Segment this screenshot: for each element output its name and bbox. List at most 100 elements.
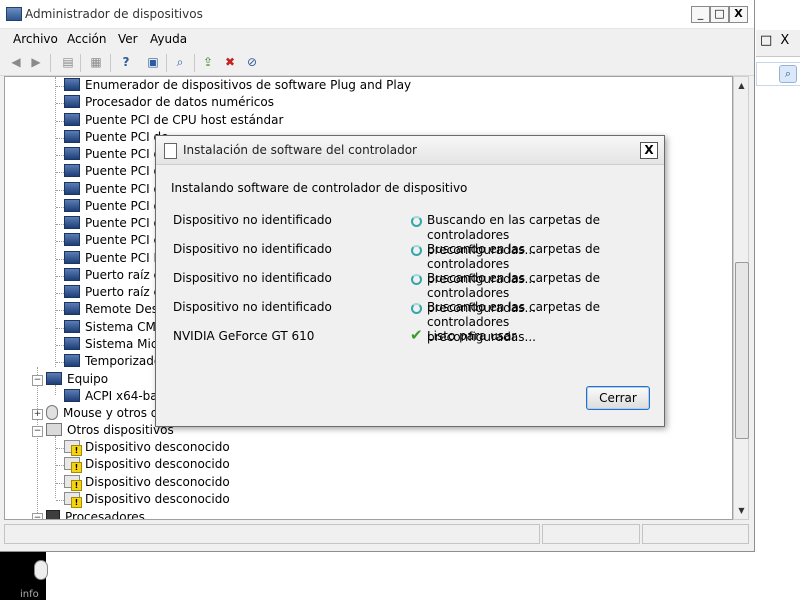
tree-item[interactable]: Remote Deskt [64,301,170,318]
tree-item[interactable]: Temporizador [64,353,166,370]
forward-icon[interactable]: ▶ [28,54,44,70]
driver-setup-icon [164,143,177,159]
status-line: Buscando en las carpetas de controladore… [427,300,600,329]
unknown-device-label: Dispositivo desconocido [85,474,230,489]
collapse-procesadores[interactable]: − [32,513,43,519]
computer-icon [64,389,80,402]
tree-item[interactable]: Puente PCI de [64,215,169,232]
tree-item[interactable]: Puente PCI de [64,163,169,180]
device-icon [64,181,80,195]
menu-accion[interactable]: Acción [67,32,106,46]
expand-mouse[interactable]: + [32,409,43,420]
scroll-down-arrow-icon[interactable]: ▼ [736,505,747,516]
tree-item[interactable]: Puente PCI de [64,181,169,198]
dialog-title-bar[interactable]: Instalación de software del controlador … [156,136,664,165]
scrollbar-thumb[interactable] [735,262,749,439]
tree-item[interactable]: Puente PCI de [64,198,169,215]
menu-archivo[interactable]: Archivo [13,32,58,46]
tree-item-label: Enumerador de dispositivos de software P… [85,78,412,92]
toolbar-separator [166,54,167,72]
title-bar[interactable]: Administrador de dispositivos _ □ X [0,0,754,29]
mouse-icon [46,405,58,420]
unknown-device-item[interactable]: Dispositivo desconocido [64,491,230,508]
searching-spinner-icon [411,303,422,314]
background-window-bottom [0,552,800,600]
search-icon[interactable]: ⌕ [779,65,797,83]
device-icon [64,319,80,333]
background-search-box[interactable]: ⌕ [756,62,800,86]
device-icon [64,302,80,316]
status-line: Buscando en las carpetas de controladore… [427,242,600,271]
back-icon[interactable]: ◀ [8,54,24,70]
device-name: NVIDIA GeForce GT 610 [173,329,315,343]
category-label: Mouse y otros dis [63,406,168,420]
view-icon[interactable]: ▣ [145,54,161,70]
tree-item[interactable]: Sistema Micro [64,336,169,353]
device-icon [64,267,80,281]
maximize-button[interactable]: □ [710,6,729,23]
device-icon [64,198,80,212]
searching-spinner-icon [411,274,422,285]
device-icon [64,78,80,91]
category-label: Procesadores [65,510,145,520]
background-window-controls[interactable]: □ X [760,33,791,48]
disable-icon[interactable]: ⊘ [244,54,260,70]
status-bar [4,524,749,544]
device-name: Dispositivo no identificado [173,300,332,314]
menu-ayuda[interactable]: Ayuda [150,32,187,46]
tree-item[interactable]: Puente PCI de [64,146,169,163]
searching-spinner-icon [411,245,422,256]
category-mouse[interactable]: Mouse y otros dis [46,405,168,422]
menu-ver[interactable]: Ver [118,32,138,46]
vertical-scrollbar[interactable]: ▲ ▼ [733,76,749,520]
tree-item[interactable]: Puente PCI de CPU host estándar [64,112,283,129]
toolbar-separator [194,54,195,72]
unknown-device-label: Dispositivo desconocido [85,440,230,454]
dialog-close-button[interactable]: X [640,142,658,159]
unknown-device-item[interactable]: Dispositivo desconocido [64,474,230,491]
properties-icon[interactable]: ▦ [88,54,104,70]
minimize-button[interactable]: _ [691,6,710,23]
status-line: Buscando en las carpetas de controladore… [427,213,600,242]
category-label: Equipo [67,372,109,386]
uninstall-icon[interactable]: ✖ [222,54,238,70]
device-name: Dispositivo no identificado [173,271,332,285]
update-driver-icon[interactable]: ⇪ [200,54,216,70]
device-status: Listo para usar [427,329,667,344]
tree-item[interactable]: Puente PCI de [64,129,169,146]
menu-bar: Archivo Acción Ver Ayuda [0,29,754,51]
unknown-device-item[interactable]: Dispositivo desconocido [64,439,230,456]
unknown-device-item[interactable]: Dispositivo desconocido [64,456,230,474]
tree-item-label: Temporizador [85,354,167,368]
scroll-up-arrow-icon[interactable]: ▲ [736,80,747,91]
status-pane [642,524,749,544]
close-button[interactable]: X [729,6,748,23]
device-name: Dispositivo no identificado [173,242,332,256]
status-pane [542,524,640,544]
device-name: Dispositivo no identificado [173,213,332,227]
show-hide-tree-icon[interactable]: ▤ [60,54,76,70]
other-devices-icon [46,423,62,436]
category-procesadores[interactable]: Procesadores [46,509,145,520]
processor-icon [46,509,60,519]
device-icon [64,336,80,350]
device-icon [64,285,80,298]
tree-item[interactable]: Procesador de datos numéricos [64,94,274,111]
warning-device-icon [64,457,82,474]
collapse-equipo[interactable]: − [32,375,43,386]
help-icon[interactable]: ? [118,54,134,70]
window-title: Administrador de dispositivos [25,7,203,21]
warning-device-icon [64,491,82,508]
device-icon [64,129,80,143]
scan-changes-icon[interactable]: ⌕ [172,54,188,70]
searching-spinner-icon [411,216,422,227]
device-icon [64,164,80,178]
collapse-otros-dispositivos[interactable]: − [32,426,43,437]
warning-device-icon [64,474,82,491]
toolbar-separator [50,54,51,72]
tree-item[interactable]: Enumerador de dispositivos de software P… [64,77,411,94]
cerrar-button[interactable]: Cerrar [586,386,650,410]
toolbar: ◀ ▶ ▤ ▦ ? ▣ ⌕ ⇪ ✖ ⊘ [0,51,754,76]
driver-install-dialog: Instalación de software del controlador … [155,135,665,427]
unknown-device-label: Dispositivo desconocido [85,457,230,472]
